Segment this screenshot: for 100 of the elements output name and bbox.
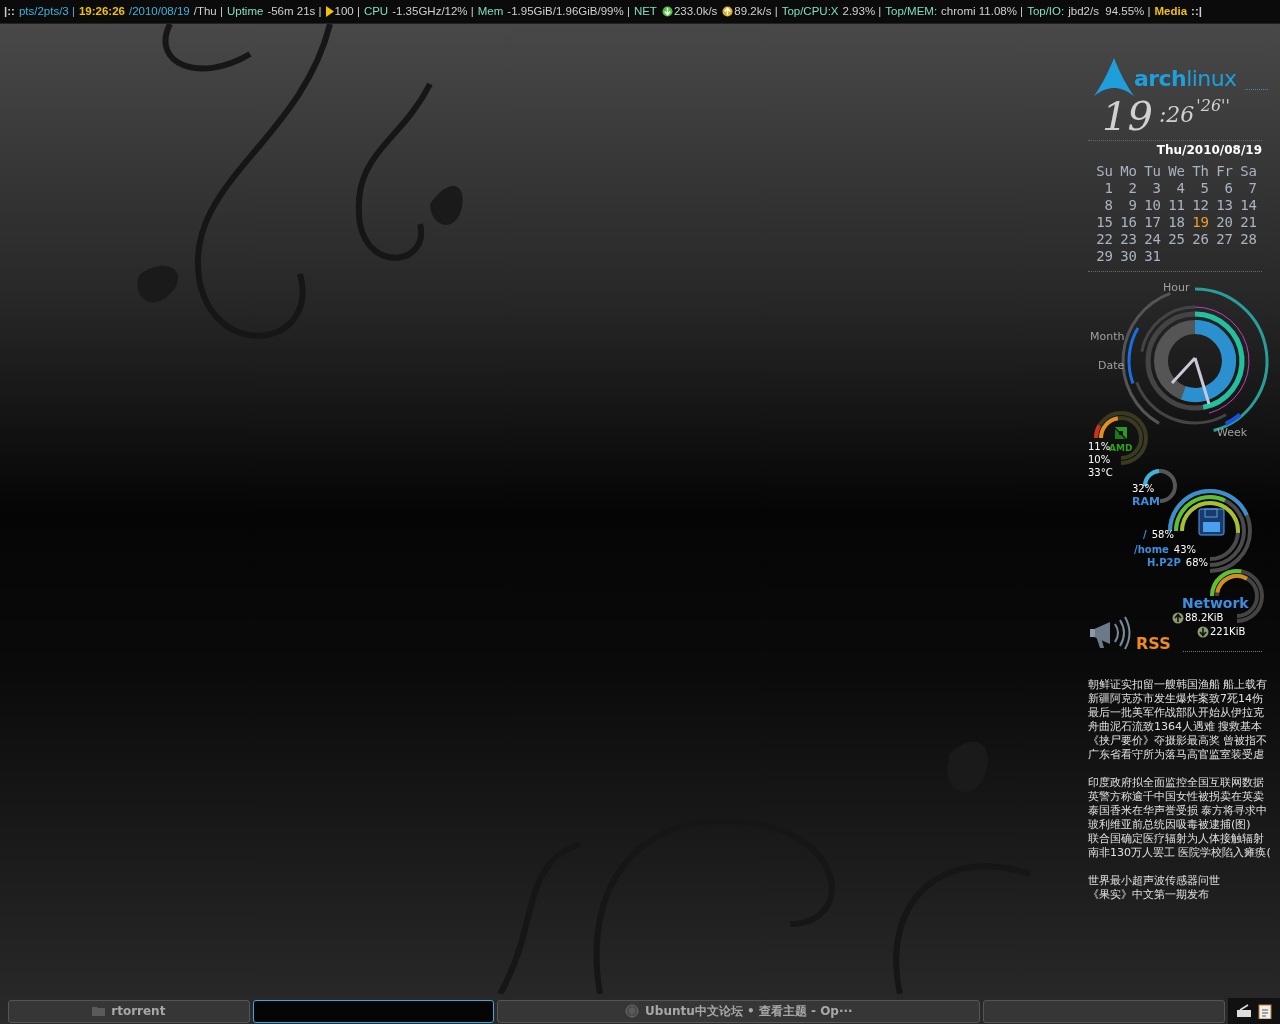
status-text: -1.95GiB/1.96GiB/99% |: [507, 3, 630, 19]
rss-headline[interactable]: 朝鲜证实扣留一艘韩国渔船 船上载有: [1088, 678, 1268, 692]
calendar-day: 17: [1140, 214, 1164, 231]
calendar-day: 8: [1092, 197, 1116, 214]
calendar-day: 26: [1188, 231, 1212, 248]
calendar-day: 20: [1212, 214, 1236, 231]
rss-title: RSS: [1136, 633, 1171, 655]
cpu-reading: 10%: [1088, 453, 1111, 467]
network-device-icon[interactable]: [1236, 1004, 1253, 1018]
status-text: -1.35GHz/12% |: [392, 3, 474, 19]
calendar-day: 6: [1212, 180, 1236, 197]
taskbar-button[interactable]: rtorrent: [8, 999, 250, 1023]
status-text: /Thu |: [193, 3, 223, 19]
status-text: Top/MEM:: [885, 3, 938, 19]
date-text: Thu/2010/08/19: [1156, 142, 1262, 159]
status-text: Uptime: [226, 3, 264, 19]
rss-headline[interactable]: 世界最小超声波传感器问世: [1088, 874, 1220, 888]
cpu-label: AMD: [1109, 443, 1133, 455]
logo-icon: [1094, 58, 1134, 96]
gauge-label: Week: [1217, 425, 1248, 441]
rss-headline[interactable]: 南非130万人罢工 医院学校陷入瘫痪(: [1088, 846, 1271, 860]
status-text: NET: [633, 3, 657, 19]
rss-headline[interactable]: 《挟尸要价》夺摄影最高奖 曾被指不: [1088, 734, 1268, 748]
status-text: |::: [4, 3, 15, 19]
calendar-day: 15: [1092, 214, 1116, 231]
status-text: 233.0k/s: [673, 3, 718, 19]
calendar-day: 25: [1164, 231, 1188, 248]
chip-icon: [1112, 424, 1130, 442]
upload-reading: 88.2KiB: [1185, 611, 1224, 625]
calendar-day: 11: [1164, 197, 1188, 214]
rss-headline[interactable]: 泰国香米在华声誉受损 泰方将寻求中: [1088, 804, 1268, 818]
download-arrow-icon: [1197, 625, 1209, 638]
logo-text: archlinux: [1134, 68, 1237, 93]
shield-icon: [625, 1004, 640, 1018]
calendar-day: 3: [1140, 180, 1164, 197]
calendar-day: 16: [1116, 214, 1140, 231]
rss-headline[interactable]: 广东省看守所为落马高官监室装受虐: [1088, 748, 1264, 762]
upload-arrow-icon: [1172, 611, 1184, 624]
rss-headline[interactable]: 玻利维亚前总统因吸毒被逮捕(图): [1088, 818, 1251, 832]
disk-mount-label: H.P2P: [1147, 556, 1181, 570]
clipboard-icon[interactable]: [1258, 1003, 1273, 1019]
weekday-label: We: [1167, 163, 1186, 180]
calendar-day: 2: [1116, 180, 1140, 197]
gauge-label: Month: [1090, 329, 1125, 345]
calendar-day: 4: [1164, 180, 1188, 197]
taskbar-button[interactable]: Ubuntu中文论坛 • 查看主题 - Op···: [497, 999, 981, 1023]
ram-label: RAM: [1132, 494, 1160, 510]
calendar-day: 27: [1212, 231, 1236, 248]
disk-reading: 68%: [1185, 556, 1209, 570]
download-arrow-icon: [661, 6, 673, 17]
rss-headline[interactable]: 联合国确定医疗辐射为人体接触辐射: [1088, 832, 1264, 846]
download-reading: 221KiB: [1210, 625, 1246, 639]
status-text: -56m 21s |: [267, 3, 322, 19]
clock-seconds: '26'': [1196, 98, 1230, 114]
calendar-day: 13: [1212, 197, 1236, 214]
gauge-label: Hour: [1163, 280, 1190, 296]
rss-headline[interactable]: 《果实》中文第一期发布: [1088, 888, 1209, 902]
status-text: Mem: [477, 3, 504, 19]
status-text: /2010/08/19: [129, 3, 190, 19]
temperature-reading: 33°C: [1088, 466, 1113, 480]
status-text: pts/2pts/3 |: [18, 3, 75, 19]
calendar-day: 24: [1140, 231, 1164, 248]
rss-headline[interactable]: 印度政府拟全面监控全国互联网数据: [1088, 776, 1264, 790]
status-text: ::|: [1191, 3, 1202, 19]
calendar-day: 23: [1116, 231, 1140, 248]
rss-headline[interactable]: 舟曲泥石流致1364人遇难 搜救基本: [1088, 720, 1263, 734]
status-text: Top/IO:: [1027, 3, 1065, 19]
upload-arrow-icon: [722, 6, 734, 17]
disk-mount-label: /: [1143, 528, 1147, 542]
calendar-day: 19: [1188, 214, 1212, 231]
folder-icon: [92, 1006, 106, 1016]
play-icon: [325, 6, 334, 17]
weekday-label: Mo: [1119, 163, 1138, 180]
calendar-day: 22: [1092, 231, 1116, 248]
weekday-label: Th: [1191, 163, 1210, 180]
calendar-day: 1: [1092, 180, 1116, 197]
rss-headline[interactable]: 英警方称逾千中国女性被拐卖在英卖: [1088, 790, 1264, 804]
rss-headline[interactable]: 新疆阿克苏市发生爆炸案致7死14伤: [1088, 692, 1263, 706]
calendar-day: 30: [1116, 248, 1140, 265]
calendar-day: 14: [1236, 197, 1260, 214]
rss-headline[interactable]: 最后一批美军作战部队开始从伊拉克: [1088, 706, 1264, 720]
calendar-day: 28: [1236, 231, 1260, 248]
calendar-day: 18: [1164, 214, 1188, 231]
disk-reading: 43%: [1173, 543, 1197, 557]
weekday-label: Sa: [1239, 163, 1258, 180]
status-text: 89.2k/s |: [734, 3, 778, 19]
weekday-label: Su: [1095, 163, 1114, 180]
disk-reading: 58%: [1151, 528, 1174, 542]
ram-reading: 32%: [1132, 482, 1155, 496]
calendar-day: 5: [1188, 180, 1212, 197]
weekday-label: Fr: [1215, 163, 1234, 180]
status-text: 19:26:26: [78, 3, 125, 19]
calendar-day: 9: [1116, 197, 1140, 214]
calendar-day: 21: [1236, 214, 1260, 231]
status-text: 2.93% |: [842, 3, 882, 19]
taskbar-button[interactable]: [252, 999, 495, 1023]
status-text: 100 |: [334, 3, 360, 19]
clock-minutes: :26: [1158, 104, 1195, 126]
weekday-label: Tu: [1143, 163, 1162, 180]
disk-mount-label: /home: [1134, 543, 1169, 557]
